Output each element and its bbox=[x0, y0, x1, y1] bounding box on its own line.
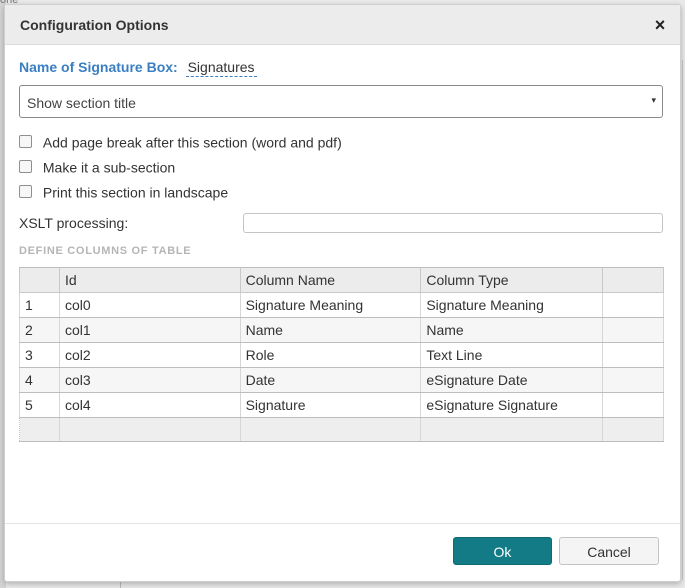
signature-box-name-value[interactable]: Signatures bbox=[185, 59, 257, 77]
signature-box-name-label: Name of Signature Box: bbox=[19, 59, 178, 75]
xslt-processing-label: XSLT processing: bbox=[19, 215, 129, 231]
cell-column-name[interactable]: Name bbox=[239, 317, 422, 343]
cell-column-name[interactable]: Role bbox=[239, 342, 422, 368]
new-row-cell[interactable] bbox=[19, 417, 60, 442]
landscape-label: Print this section in landscape bbox=[42, 184, 229, 201]
header-column-name[interactable]: Column Name bbox=[239, 267, 422, 293]
table-row[interactable]: 1 col0 Signature Meaning Signature Meani… bbox=[19, 292, 664, 318]
cell-column-name[interactable]: Date bbox=[239, 367, 422, 393]
new-row-cell[interactable] bbox=[239, 417, 422, 442]
cell-id[interactable]: col1 bbox=[58, 317, 241, 343]
cell-actions[interactable] bbox=[602, 317, 664, 343]
new-row-cell[interactable] bbox=[602, 417, 664, 442]
page-break-checkbox[interactable] bbox=[19, 134, 32, 148]
cell-column-name[interactable]: Signature bbox=[239, 392, 422, 418]
cell-id[interactable]: col2 bbox=[58, 342, 241, 368]
option-landscape-row[interactable]: Print this section in landscape bbox=[19, 183, 228, 201]
caret-down-icon: ▾ bbox=[651, 95, 656, 105]
table-row[interactable]: 4 col3 Date eSignature Date bbox=[19, 367, 664, 393]
table-row[interactable]: 2 col1 Name Name bbox=[19, 317, 664, 343]
cell-column-name[interactable]: Signature Meaning bbox=[239, 292, 422, 318]
cell-id[interactable]: col0 bbox=[58, 292, 241, 318]
option-sub-section-row[interactable]: Make it a sub-section bbox=[19, 158, 175, 176]
define-columns-heading: DEFINE COLUMNS OF TABLE bbox=[19, 245, 192, 257]
cell-id[interactable]: col3 bbox=[58, 367, 241, 393]
sub-section-label: Make it a sub-section bbox=[42, 159, 176, 176]
cell-actions[interactable] bbox=[602, 292, 664, 318]
row-number: 4 bbox=[19, 367, 60, 393]
sub-section-checkbox[interactable] bbox=[19, 159, 32, 173]
section-title-selected-value: Show section title bbox=[27, 95, 136, 111]
columns-table: Id Column Name Column Type 1 col0 Signat… bbox=[19, 267, 664, 442]
cancel-button[interactable]: Cancel bbox=[559, 537, 659, 565]
signature-box-name-row: Name of Signature Box: Signatures bbox=[19, 59, 257, 77]
new-row-cell[interactable] bbox=[420, 417, 604, 442]
header-column-type[interactable]: Column Type bbox=[420, 267, 604, 293]
page-break-label: Add page break after this section (word … bbox=[42, 134, 342, 151]
ok-button[interactable]: Ok bbox=[453, 537, 552, 565]
header-id[interactable]: Id bbox=[58, 267, 241, 293]
dialog-title: Configuration Options bbox=[20, 17, 169, 33]
row-number: 5 bbox=[19, 392, 60, 418]
close-icon[interactable]: × bbox=[652, 16, 668, 34]
xslt-processing-input[interactable] bbox=[243, 213, 663, 233]
cell-column-type[interactable]: eSignature Date bbox=[420, 367, 604, 393]
landscape-checkbox[interactable] bbox=[19, 184, 32, 198]
backdrop-right-divider bbox=[682, 60, 683, 580]
configuration-options-dialog: Configuration Options × Name of Signatur… bbox=[4, 4, 681, 582]
header-actions bbox=[602, 267, 664, 293]
header-row-number bbox=[19, 267, 60, 293]
new-row-cell[interactable] bbox=[58, 417, 241, 442]
cell-actions[interactable] bbox=[602, 342, 664, 368]
cell-actions[interactable] bbox=[602, 392, 664, 418]
cell-column-type[interactable]: eSignature Signature bbox=[420, 392, 604, 418]
backdrop-divider bbox=[120, 582, 121, 588]
dialog-header: Configuration Options × bbox=[5, 5, 680, 45]
section-title-select[interactable]: Show section title ▾ bbox=[19, 85, 663, 118]
new-row-placeholder[interactable] bbox=[19, 417, 664, 442]
columns-table-header: Id Column Name Column Type bbox=[19, 267, 664, 293]
cell-id[interactable]: col4 bbox=[58, 392, 241, 418]
cell-actions[interactable] bbox=[602, 367, 664, 393]
option-page-break-row[interactable]: Add page break after this section (word … bbox=[19, 133, 342, 151]
cell-column-type[interactable]: Name bbox=[420, 317, 604, 343]
cell-column-type[interactable]: Signature Meaning bbox=[420, 292, 604, 318]
table-row[interactable]: 3 col2 Role Text Line bbox=[19, 342, 664, 368]
row-number: 3 bbox=[19, 342, 60, 368]
table-row[interactable]: 5 col4 Signature eSignature Signature bbox=[19, 392, 664, 418]
row-number: 1 bbox=[19, 292, 60, 318]
footer-divider bbox=[5, 523, 680, 524]
cell-column-type[interactable]: Text Line bbox=[420, 342, 604, 368]
row-number: 2 bbox=[19, 317, 60, 343]
